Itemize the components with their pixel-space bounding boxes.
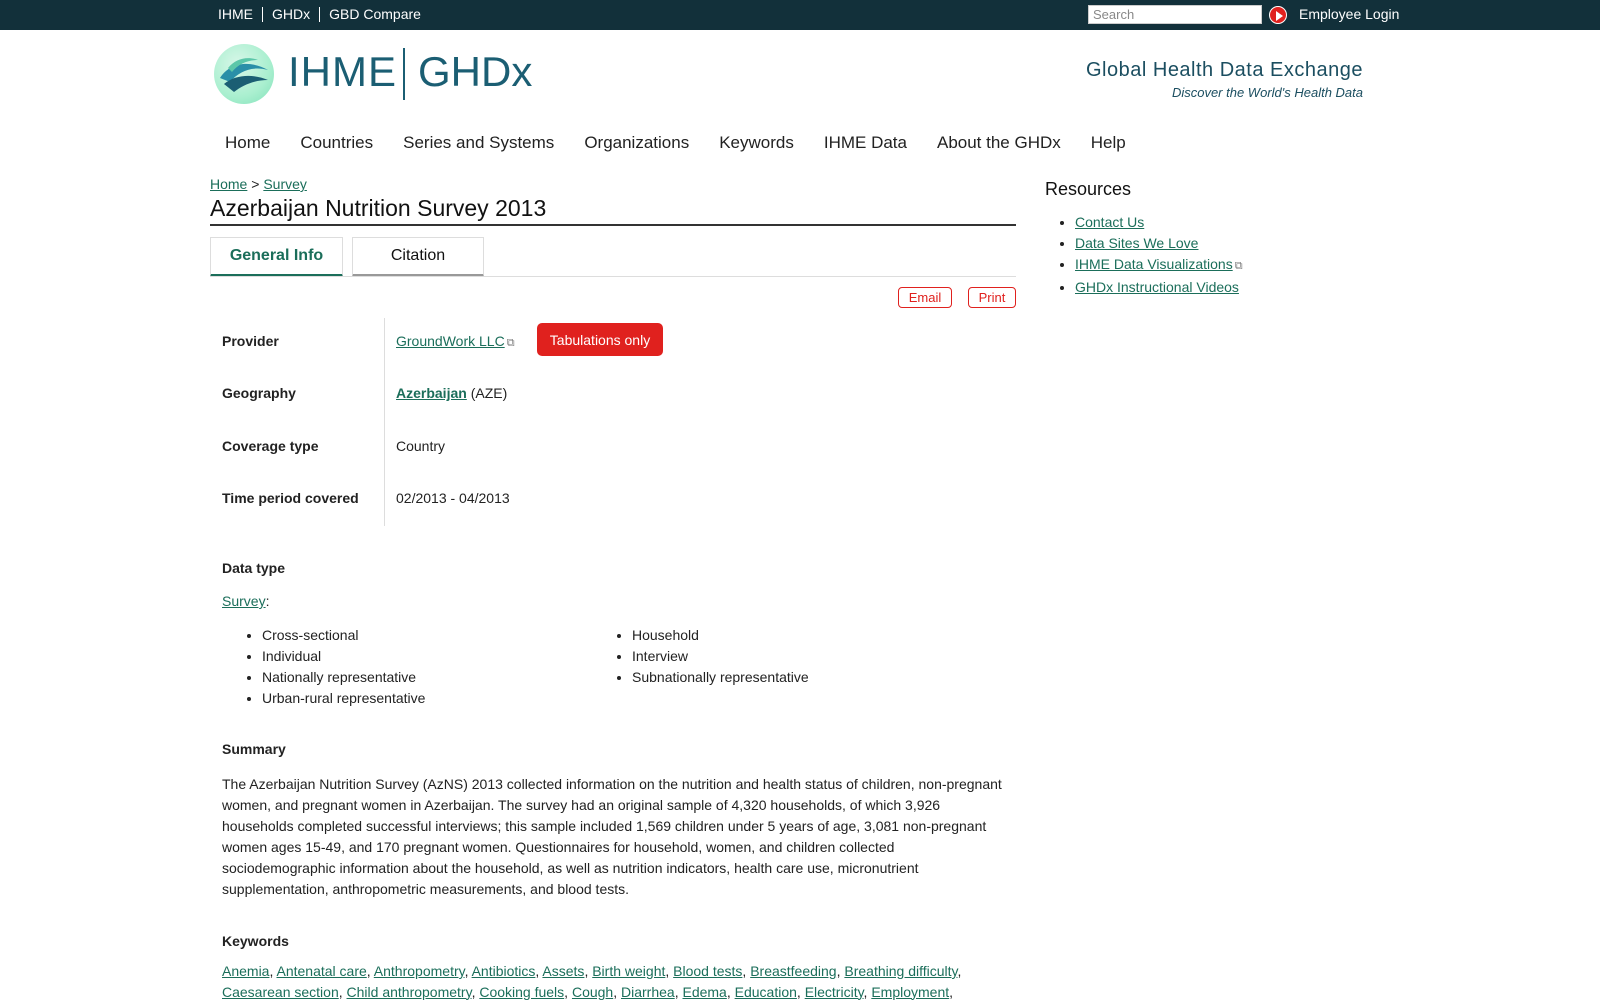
nav-series-and-systems[interactable]: Series and Systems	[403, 133, 554, 153]
top-link-ihme[interactable]: IHME	[218, 6, 253, 22]
data-type-heading: Data type	[222, 560, 286, 576]
keyword-link[interactable]: Birth weight	[592, 963, 665, 979]
list-item: Nationally representative	[262, 667, 425, 688]
keywords-list: Anemia, Antenatal care, Anthropometry, A…	[222, 963, 962, 1000]
resource-link[interactable]: GHDx Instructional Videos	[1075, 279, 1239, 295]
page-title: Azerbaijan Nutrition Survey 2013	[210, 195, 547, 221]
geography-value: Azerbaijan (AZE)	[396, 385, 507, 401]
summary-heading: Summary	[222, 741, 286, 757]
geography-code: (AZE)	[470, 385, 508, 401]
tabulations-only-badge: Tabulations only	[537, 323, 663, 356]
resource-instructional-videos: GHDx Instructional Videos	[1075, 277, 1243, 298]
keyword-link[interactable]: Breathing difficulty	[844, 963, 957, 979]
email-button[interactable]: Email	[898, 287, 952, 308]
data-type-survey: Survey:	[222, 593, 270, 609]
breadcrumb-survey[interactable]: Survey	[263, 176, 307, 192]
list-item: Urban-rural representative	[262, 688, 425, 709]
keyword-link[interactable]: Caesarean section	[222, 984, 339, 1000]
top-link-separator	[262, 7, 263, 22]
search-go-icon[interactable]	[1269, 6, 1287, 24]
resource-ihme-visualizations: IHME Data Visualizations⧉	[1075, 254, 1243, 277]
time-period-value: 02/2013 - 04/2013	[396, 490, 510, 506]
keyword-link[interactable]: Blood tests	[673, 963, 742, 979]
nav-about-the-ghdx[interactable]: About the GHDx	[937, 133, 1061, 153]
external-link-icon: ⧉	[1234, 260, 1243, 272]
coverage-type-value: Country	[396, 438, 446, 454]
keyword-link[interactable]: Antibiotics	[472, 963, 536, 979]
nav-home[interactable]: Home	[225, 133, 270, 153]
resource-link[interactable]: IHME Data Visualizations	[1075, 256, 1233, 272]
tab-citation[interactable]: Citation	[352, 237, 484, 277]
provider-value: GroundWork LLC ⧉	[396, 333, 515, 350]
list-item: Individual	[262, 646, 425, 667]
keyword-link[interactable]: Cooking fuels	[479, 984, 564, 1000]
breadcrumb: Home > Survey	[210, 176, 307, 192]
time-period-label: Time period covered	[222, 490, 359, 506]
logo-divider	[403, 48, 405, 100]
provider-label: Provider	[222, 333, 279, 349]
geography-link[interactable]: Azerbaijan	[396, 385, 467, 401]
tab-general-info[interactable]: General Info	[210, 237, 343, 277]
print-button[interactable]: Print	[968, 287, 1016, 308]
breadcrumb-home[interactable]: Home	[210, 176, 247, 192]
nav-keywords[interactable]: Keywords	[719, 133, 794, 153]
info-table-divider	[384, 318, 385, 526]
list-item: Cross-sectional	[262, 625, 425, 646]
keyword-link[interactable]: Assets	[542, 963, 584, 979]
resource-data-sites: Data Sites We Love	[1075, 233, 1243, 254]
external-link-icon: ⧉	[506, 337, 515, 349]
list-item: Interview	[632, 646, 809, 667]
data-type-list-2: Household Interview Subnationally repres…	[592, 625, 809, 688]
summary-text: The Azerbaijan Nutrition Survey (AzNS) 2…	[222, 776, 1002, 897]
coverage-type-label: Coverage type	[222, 438, 319, 454]
list-item: Subnationally representative	[632, 667, 809, 688]
title-divider	[210, 224, 1016, 226]
breadcrumb-separator: >	[251, 176, 260, 192]
tabs-divider	[210, 276, 1016, 277]
resource-link[interactable]: Contact Us	[1075, 214, 1144, 230]
keyword-link[interactable]: Edema	[682, 984, 726, 1000]
top-link-separator	[319, 7, 321, 22]
employee-login-link[interactable]: Employee Login	[1299, 6, 1399, 22]
keywords-heading: Keywords	[222, 933, 289, 949]
site-tagline: Global Health Data Exchange	[1086, 59, 1363, 81]
keyword-link[interactable]: Child anthropometry	[347, 984, 472, 1000]
main-nav: Home Countries Series and Systems Organi…	[225, 133, 1156, 153]
keyword-link[interactable]: Breastfeeding	[750, 963, 836, 979]
top-link-ghdx[interactable]: GHDx	[272, 6, 310, 22]
resources-title: Resources	[1045, 179, 1132, 199]
keyword-link[interactable]: Anthropometry	[374, 963, 465, 979]
logo-ghdx-text[interactable]: GHDx	[418, 48, 532, 96]
data-type-list-1: Cross-sectional Individual Nationally re…	[222, 625, 425, 709]
site-subtagline: Discover the World's Health Data	[1171, 85, 1363, 100]
search-input[interactable]	[1088, 5, 1262, 24]
logo-ihme-text[interactable]: IHME	[288, 48, 397, 96]
geography-label: Geography	[222, 385, 296, 401]
top-bar: IHME GHDx GBD Compare Employee Login	[0, 0, 1600, 30]
top-links: IHME GHDx GBD Compare	[218, 6, 421, 22]
ihme-logo-icon[interactable]	[214, 44, 274, 104]
nav-ihme-data[interactable]: IHME Data	[824, 133, 907, 153]
keyword-link[interactable]: Employment	[871, 984, 949, 1000]
nav-countries[interactable]: Countries	[300, 133, 373, 153]
list-item: Household	[632, 625, 809, 646]
keyword-link[interactable]: Antenatal care	[276, 963, 366, 979]
keyword-link[interactable]: Electricity	[805, 984, 864, 1000]
keyword-link[interactable]: Education	[735, 984, 797, 1000]
resource-contact-us: Contact Us	[1075, 212, 1243, 233]
keyword-link[interactable]: Anemia	[222, 963, 269, 979]
data-type-survey-link[interactable]: Survey	[222, 593, 266, 609]
keyword-link[interactable]: Diarrhea	[621, 984, 675, 1000]
top-link-gbd-compare[interactable]: GBD Compare	[329, 6, 421, 22]
nav-organizations[interactable]: Organizations	[584, 133, 689, 153]
nav-help[interactable]: Help	[1091, 133, 1126, 153]
resource-link[interactable]: Data Sites We Love	[1075, 235, 1198, 251]
keyword-link[interactable]: Cough	[572, 984, 613, 1000]
provider-link[interactable]: GroundWork LLC	[396, 333, 505, 349]
resources-list: Contact Us Data Sites We Love IHME Data …	[1045, 212, 1243, 298]
